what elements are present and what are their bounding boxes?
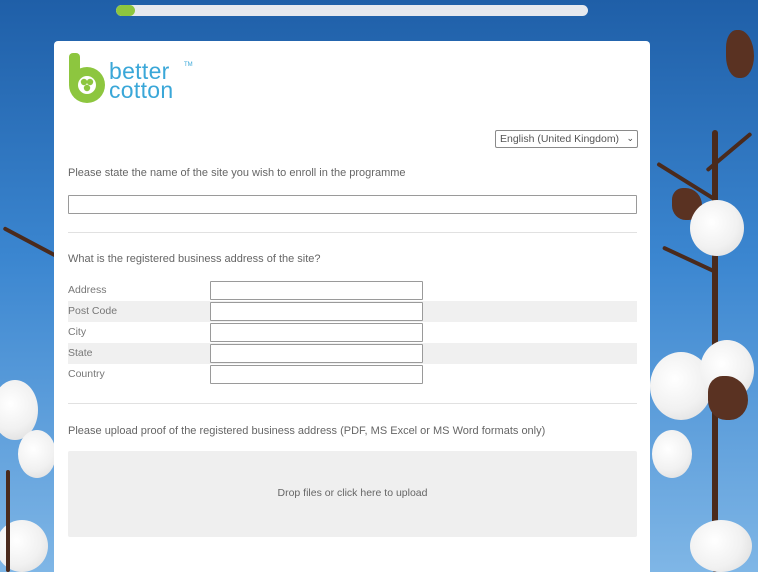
file-upload-dropzone[interactable]: Drop files or click here to upload bbox=[68, 451, 637, 537]
logo-wordmark: better cotton bbox=[109, 58, 174, 103]
dry-pod bbox=[708, 376, 748, 420]
language-select-value: English (United Kingdom) bbox=[500, 133, 620, 145]
trademark-mark: TM bbox=[184, 62, 193, 68]
form-card: better cotton TM English (United Kingdom… bbox=[54, 41, 650, 572]
site-name-question: Please state the name of the site you wi… bbox=[68, 167, 406, 179]
country-row: Country bbox=[68, 364, 637, 385]
dropzone-label: Drop files or click here to upload bbox=[277, 487, 428, 499]
address-label: Address bbox=[68, 284, 107, 296]
cotton-boll bbox=[652, 430, 692, 478]
branch bbox=[656, 161, 718, 203]
state-input[interactable] bbox=[210, 344, 423, 363]
chevron-down-icon: ⌄ bbox=[626, 133, 634, 143]
dry-pod bbox=[726, 30, 754, 78]
cotton-boll bbox=[0, 380, 38, 440]
address-question: What is the registered business address … bbox=[68, 253, 321, 265]
dry-pod bbox=[672, 188, 702, 220]
cotton-boll bbox=[690, 520, 752, 572]
better-cotton-logo-icon bbox=[69, 53, 105, 103]
city-label: City bbox=[68, 326, 87, 338]
site-name-input[interactable] bbox=[68, 195, 637, 214]
cotton-boll bbox=[700, 340, 754, 400]
city-input[interactable] bbox=[210, 323, 423, 342]
progress-fill bbox=[116, 5, 135, 16]
stem bbox=[6, 470, 10, 572]
address-input[interactable] bbox=[210, 281, 423, 300]
cotton-boll bbox=[18, 430, 56, 478]
state-row: State bbox=[68, 343, 637, 364]
post-code-label: Post Code bbox=[68, 305, 118, 317]
stem bbox=[712, 130, 718, 572]
language-select[interactable]: English (United Kingdom) ⌄ bbox=[495, 130, 638, 148]
cotton-boll bbox=[0, 520, 48, 572]
branch bbox=[705, 131, 753, 173]
branch bbox=[2, 226, 58, 258]
better-cotton-logo: better cotton TM bbox=[67, 53, 197, 109]
cotton-boll bbox=[650, 352, 712, 420]
upload-question: Please upload proof of the registered bu… bbox=[68, 425, 546, 437]
progress-bar bbox=[116, 5, 588, 16]
post-code-row: Post Code bbox=[68, 301, 637, 322]
branch bbox=[661, 245, 719, 275]
section-divider bbox=[68, 403, 637, 404]
city-row: City bbox=[68, 322, 637, 343]
post-code-input[interactable] bbox=[210, 302, 423, 321]
section-divider bbox=[68, 232, 637, 233]
state-label: State bbox=[68, 347, 93, 359]
cotton-boll bbox=[690, 200, 744, 256]
country-label: Country bbox=[68, 368, 105, 380]
address-row: Address bbox=[68, 280, 637, 301]
country-input[interactable] bbox=[210, 365, 423, 384]
